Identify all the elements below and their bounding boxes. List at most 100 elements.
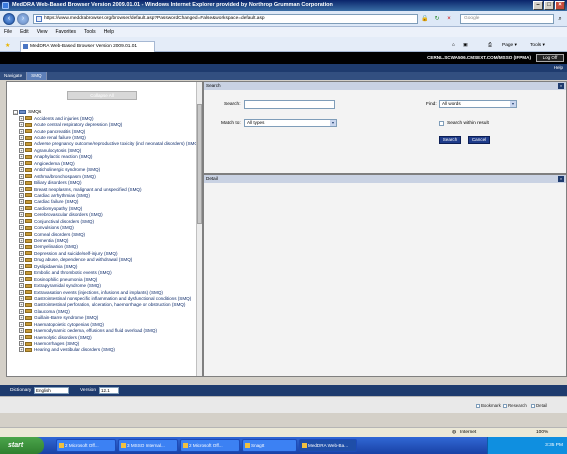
expand-icon[interactable]: + xyxy=(19,205,24,211)
match-select[interactable]: All types ▼ xyxy=(244,119,337,127)
minimize-button[interactable]: – xyxy=(533,1,543,10)
expand-icon[interactable]: + xyxy=(19,115,24,121)
expand-icon[interactable]: + xyxy=(19,238,24,244)
taskbar-button[interactable]: 3 MSSO Internal... xyxy=(118,439,178,452)
detail-checkbox[interactable] xyxy=(531,404,535,408)
lock-icon[interactable]: 🔒 xyxy=(420,14,430,24)
find-select[interactable]: All words ▼ xyxy=(439,100,517,108)
expand-icon[interactable]: + xyxy=(19,122,24,128)
search-icon[interactable]: ⌕ xyxy=(555,14,565,24)
maximize-button[interactable]: □ xyxy=(544,1,554,10)
expand-icon[interactable]: + xyxy=(19,128,24,134)
expand-icon[interactable]: + xyxy=(19,295,24,301)
expand-icon[interactable]: + xyxy=(19,212,24,218)
expand-icon[interactable]: + xyxy=(19,334,24,340)
version-select[interactable]: 12.1 xyxy=(99,387,119,394)
logoff-button[interactable]: Log Off xyxy=(536,54,564,62)
expand-icon[interactable]: + xyxy=(19,244,24,250)
expand-icon[interactable]: + xyxy=(19,250,24,256)
smq-tree: – SMQs + Accidents and injuries (SMQ) + Acu… xyxy=(13,109,196,377)
tree-item[interactable]: + Hearing and vestibular disorders (SMQ) xyxy=(13,347,196,353)
expand-icon[interactable]: + xyxy=(19,192,24,198)
feeds-icon[interactable]: ▣ xyxy=(463,41,468,50)
expand-icon[interactable]: + xyxy=(19,199,24,205)
tab-smq[interactable]: SMQ xyxy=(27,72,47,80)
page-menu[interactable]: Page ▾ xyxy=(502,41,517,50)
dictionary-select[interactable]: English xyxy=(34,387,69,394)
collapse-all-button[interactable]: Collapse All xyxy=(67,91,137,100)
back-button[interactable]: ‹ xyxy=(3,13,15,25)
tree-item-label: Cardiomyopathy (SMQ) xyxy=(34,205,83,211)
bookmark-option[interactable]: Bookmark xyxy=(476,403,501,409)
zoom-level[interactable]: 100% xyxy=(536,428,548,437)
search-within-checkbox[interactable] xyxy=(439,121,444,126)
tree-item[interactable]: + Gastrointestinal nonspecific inflammati… xyxy=(13,295,196,301)
taskbar-button[interactable]: 2 Microsoft Off... xyxy=(56,439,116,452)
expand-icon[interactable]: + xyxy=(19,321,24,327)
expand-icon[interactable]: + xyxy=(19,302,24,308)
taskbar-button-active[interactable]: MedDRA Web-Ba... xyxy=(299,439,357,452)
favorites-star-icon[interactable]: ★ xyxy=(5,42,10,49)
expand-icon[interactable]: + xyxy=(19,315,24,321)
print-icon[interactable]: ⎙ xyxy=(488,41,492,50)
expand-icon[interactable]: + xyxy=(19,263,24,269)
expand-icon[interactable]: + xyxy=(19,257,24,263)
menu-favorites[interactable]: Favorites xyxy=(55,27,76,37)
forward-button[interactable]: › xyxy=(17,13,29,25)
browser-tab[interactable]: MedDRA Web-Based Browser Version 2009.01… xyxy=(20,41,155,52)
research-checkbox[interactable] xyxy=(503,404,507,408)
menu-view[interactable]: View xyxy=(37,27,48,37)
research-option[interactable]: Research xyxy=(503,403,527,409)
tab-navigate[interactable]: Navigate xyxy=(0,72,28,80)
expand-icon[interactable]: + xyxy=(19,173,24,179)
search-field[interactable] xyxy=(244,100,335,109)
expand-icon[interactable]: + xyxy=(19,270,24,276)
menu-edit[interactable]: Edit xyxy=(20,27,29,37)
address-field[interactable]: https://www.meddrabrowser.org/browser/de… xyxy=(33,14,418,24)
close-icon[interactable]: × xyxy=(558,83,564,89)
expand-icon[interactable]: + xyxy=(19,308,24,314)
home-icon[interactable]: ⌂ xyxy=(452,41,455,50)
detail-option[interactable]: Detail xyxy=(531,403,547,409)
expand-icon[interactable]: + xyxy=(19,341,24,347)
close-icon[interactable]: × xyxy=(558,176,564,182)
expand-icon[interactable]: + xyxy=(19,141,24,147)
menu-tools[interactable]: Tools xyxy=(84,27,96,37)
expand-icon[interactable]: + xyxy=(19,328,24,334)
scrollbar-thumb[interactable] xyxy=(197,104,202,224)
expand-icon[interactable]: + xyxy=(19,218,24,224)
tree-item-label: Hearing and vestibular disorders (SMQ) xyxy=(34,347,115,353)
search-input[interactable]: Google xyxy=(460,14,554,24)
tree-item-label: Adverse pregnancy outcome/reproductive t… xyxy=(34,141,196,147)
expand-icon[interactable]: + xyxy=(19,186,24,192)
bookmark-checkbox[interactable] xyxy=(476,404,480,408)
tools-menu[interactable]: Tools ▾ xyxy=(530,41,545,50)
expand-icon[interactable]: + xyxy=(19,283,24,289)
expand-icon[interactable]: + xyxy=(19,154,24,160)
expand-icon[interactable]: + xyxy=(19,231,24,237)
collapse-icon[interactable]: – xyxy=(13,109,18,115)
search-button[interactable]: Search xyxy=(439,136,461,144)
expand-icon[interactable]: + xyxy=(19,225,24,231)
cancel-button[interactable]: Cancel xyxy=(468,136,490,144)
taskbar-button[interactable]: SnagIt xyxy=(242,439,297,452)
help-link[interactable]: Help xyxy=(554,64,563,72)
expand-icon[interactable]: + xyxy=(19,289,24,295)
expand-icon[interactable]: + xyxy=(19,135,24,141)
expand-icon[interactable]: + xyxy=(19,167,24,173)
start-button[interactable]: start xyxy=(0,437,44,454)
tree-item[interactable]: + Gastrointestinal perforation, ulceratio… xyxy=(13,302,196,308)
taskbar-button[interactable]: 2 Microsoft Off... xyxy=(180,439,240,452)
expand-icon[interactable]: + xyxy=(19,160,24,166)
expand-icon[interactable]: + xyxy=(19,147,24,153)
expand-icon[interactable]: + xyxy=(19,347,24,353)
menu-help[interactable]: Help xyxy=(104,27,114,37)
stop-icon[interactable]: × xyxy=(444,14,454,24)
refresh-icon[interactable]: ↻ xyxy=(432,14,442,24)
menu-file[interactable]: File xyxy=(4,27,12,37)
expand-icon[interactable]: + xyxy=(19,180,24,186)
tree-scrollbar[interactable] xyxy=(196,82,202,376)
expand-icon[interactable]: + xyxy=(19,276,24,282)
tree-item[interactable]: + Adverse pregnancy outcome/reproductive … xyxy=(13,141,196,147)
close-button[interactable]: × xyxy=(555,1,565,10)
